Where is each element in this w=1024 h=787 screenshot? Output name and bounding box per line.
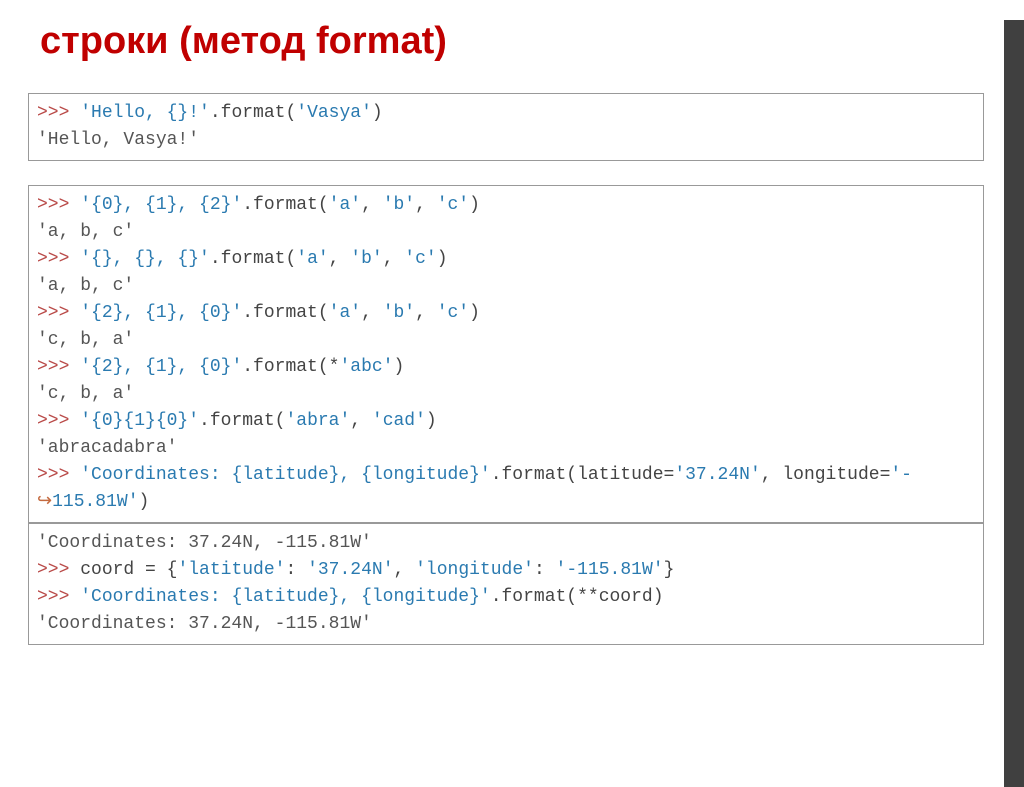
code-string: 'abra'	[285, 411, 350, 431]
code-string: 'c'	[437, 303, 469, 323]
code-string: 'Coordinates: {latitude}, {longitude}'	[80, 587, 490, 607]
code-output: 'c, b, a'	[37, 330, 134, 350]
code-string: 'b'	[350, 249, 382, 269]
prompt: >>>	[37, 587, 80, 607]
code-string: '{0}{1}{0}'	[80, 411, 199, 431]
code-text: .format(	[242, 303, 328, 323]
code-string: '37.24N'	[674, 465, 760, 485]
code-text: ,	[383, 249, 405, 269]
code-text: .format(	[199, 411, 285, 431]
code-string: 'abc'	[339, 357, 393, 377]
code-text: )	[469, 303, 480, 323]
code-string: '-	[890, 465, 912, 485]
code-text: ,	[361, 303, 383, 323]
code-text: .format(	[242, 195, 328, 215]
code-block-2: >>> '{0}, {1}, {2}'.format('a', 'b', 'c'…	[28, 185, 984, 523]
slide-title: строки (метод format)	[40, 20, 1024, 63]
prompt: >>>	[37, 411, 80, 431]
code-text: .format(latitude=	[491, 465, 675, 485]
prompt: >>>	[37, 103, 80, 123]
code-string: '{2}, {1}, {0}'	[80, 303, 242, 323]
prompt: >>>	[37, 357, 80, 377]
code-text: ,	[350, 411, 372, 431]
code-string: 'c'	[404, 249, 436, 269]
prompt: >>>	[37, 249, 80, 269]
prompt: >>>	[37, 465, 80, 485]
code-string: 'a'	[329, 195, 361, 215]
code-string: 'Coordinates: {latitude}, {longitude}'	[80, 465, 490, 485]
code-string: 'cad'	[372, 411, 426, 431]
code-text: )	[139, 492, 150, 512]
code-text: .format(	[210, 103, 296, 123]
code-string: 'Hello, {}!'	[80, 103, 210, 123]
code-text: .format(	[210, 249, 296, 269]
code-string: 'c'	[437, 195, 469, 215]
code-text: ,	[415, 195, 437, 215]
prompt: >>>	[37, 303, 80, 323]
code-text: :	[285, 560, 307, 580]
code-output: 'Coordinates: 37.24N, -115.81W'	[37, 533, 372, 553]
code-output: 'Coordinates: 37.24N, -115.81W'	[37, 614, 372, 634]
code-text: ,	[415, 303, 437, 323]
code-text: )	[469, 195, 480, 215]
code-string: 'b'	[383, 195, 415, 215]
code-text: :	[534, 560, 556, 580]
code-string: '{2}, {1}, {0}'	[80, 357, 242, 377]
code-string: 115.81W'	[52, 492, 138, 512]
code-text: , longitude=	[761, 465, 891, 485]
code-text: }	[664, 560, 675, 580]
code-text: coord = {	[80, 560, 177, 580]
code-string: '{}, {}, {}'	[80, 249, 210, 269]
code-output: 'a, b, c'	[37, 222, 134, 242]
code-block-3: 'Coordinates: 37.24N, -115.81W' >>> coor…	[28, 523, 984, 645]
continuation-arrow-icon: ↪	[37, 492, 52, 512]
decorative-right-bar	[1004, 20, 1024, 787]
code-text: )	[372, 103, 383, 123]
code-string: 'a'	[296, 249, 328, 269]
code-string: 'longitude'	[415, 560, 534, 580]
code-text: )	[426, 411, 437, 431]
code-output: 'a, b, c'	[37, 276, 134, 296]
code-text: .format(**coord)	[491, 587, 664, 607]
code-text: ,	[394, 560, 416, 580]
code-string: '37.24N'	[307, 560, 393, 580]
prompt: >>>	[37, 195, 80, 215]
code-output: 'c, b, a'	[37, 384, 134, 404]
code-string: '{0}, {1}, {2}'	[80, 195, 242, 215]
code-string: 'Vasya'	[296, 103, 372, 123]
code-string: '-115.81W'	[556, 560, 664, 580]
code-text: )	[393, 357, 404, 377]
code-string: 'b'	[383, 303, 415, 323]
code-text: .format(*	[242, 357, 339, 377]
code-block-1: >>> 'Hello, {}!'.format('Vasya') 'Hello,…	[28, 93, 984, 161]
code-text: ,	[329, 249, 351, 269]
code-output: 'abracadabra'	[37, 438, 177, 458]
prompt: >>>	[37, 560, 80, 580]
code-text: ,	[361, 195, 383, 215]
code-output: 'Hello, Vasya!'	[37, 130, 199, 150]
code-string: 'latitude'	[177, 560, 285, 580]
code-text: )	[437, 249, 448, 269]
code-string: 'a'	[329, 303, 361, 323]
